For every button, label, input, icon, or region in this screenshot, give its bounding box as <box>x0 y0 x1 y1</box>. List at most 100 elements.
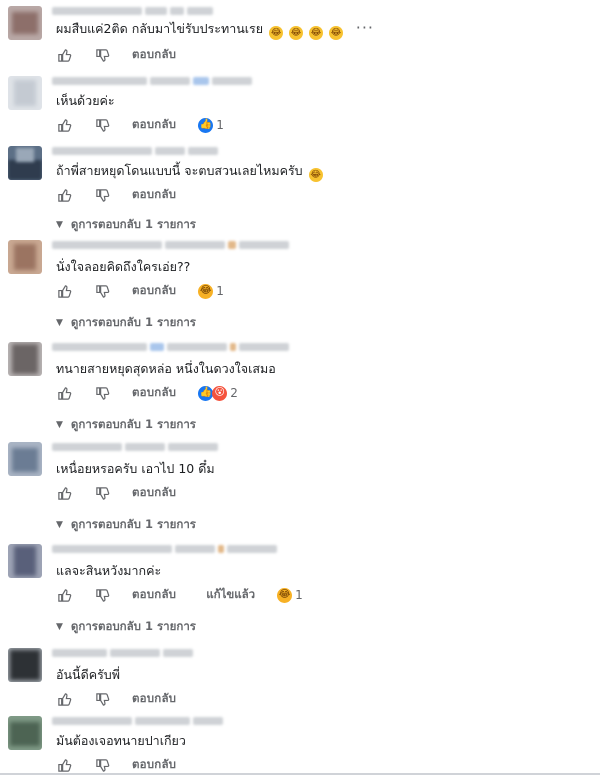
reply-button[interactable]: ตอบกลับ <box>132 756 176 774</box>
comment-actions: ตอบกลับ <box>56 690 176 708</box>
view-replies-link[interactable]: ▼ ดูการตอบกลับ 1 รายการ <box>56 618 196 636</box>
thumbs-up-icon[interactable] <box>56 485 72 501</box>
chevron-down-icon: ▼ <box>56 520 63 530</box>
comment-item: เห็นด้วยค่ะ ตอบกลับ 👍 1 <box>0 76 600 140</box>
view-replies-label: ดูการตอบกลับ 1 รายการ <box>70 315 196 329</box>
thumbs-up-icon[interactable] <box>56 283 72 299</box>
thumbs-up-icon[interactable] <box>56 691 72 707</box>
reaction-summary[interactable]: 👍 1 <box>198 117 224 133</box>
reaction-count: 2 <box>230 386 238 400</box>
reply-button[interactable]: ตอบกลับ <box>132 484 176 502</box>
thumbs-down-icon[interactable] <box>94 187 110 203</box>
view-replies-label: ดูการตอบกลับ 1 รายการ <box>70 417 196 431</box>
thumbs-up-icon[interactable] <box>56 385 72 401</box>
commenter-name-redacted[interactable] <box>52 544 277 554</box>
haha-icon: 😂 <box>269 26 284 40</box>
comment-item: เหนื่อยหรอครับ เอาไป 10 ดึ๋ม ตอบกลับ ▼ ด… <box>0 442 600 536</box>
reply-button[interactable]: ตอบกลับ <box>132 116 176 134</box>
chevron-down-icon: ▼ <box>56 220 63 230</box>
avatar[interactable] <box>8 442 42 476</box>
comment-text: ผมสืบแค่2ติด กลับมาไข่รับประทานเรย 😂 😂 😂… <box>56 21 344 40</box>
chevron-down-icon: ▼ <box>56 420 63 430</box>
comment-item: ถ้าพี่สายหยุดโดนแบบนี้ จะตบสวนเลยไหมครับ… <box>0 146 600 236</box>
avatar[interactable] <box>8 76 42 110</box>
comment-actions: ตอบกลับ 👍 1 <box>56 116 224 134</box>
reply-button[interactable]: ตอบกลับ <box>132 186 176 204</box>
thumbs-down-icon[interactable] <box>94 485 110 501</box>
comment-actions: ตอบกลับ 😂 1 <box>56 282 224 300</box>
view-replies-link[interactable]: ▼ ดูการตอบกลับ 1 รายการ <box>56 516 196 534</box>
comment-text: ทนายสายหยุดสุดหล่อ หนึ่งในดวงใจเสมอ <box>56 361 276 376</box>
more-options-icon[interactable]: ··· <box>356 18 374 37</box>
thumbs-up-icon[interactable] <box>56 117 72 133</box>
reaction-count: 1 <box>216 284 224 298</box>
comment-text: นั่งใจลอยคิดถึงใครเอ่ย?? <box>56 259 191 274</box>
avatar[interactable] <box>8 6 42 40</box>
commenter-name-redacted[interactable] <box>52 716 223 726</box>
thumbs-up-icon[interactable] <box>56 587 72 603</box>
reply-button[interactable]: ตอบกลับ <box>132 586 176 604</box>
comment-text: อันนี้ดีครับพี่ <box>56 667 120 682</box>
commenter-name-redacted[interactable] <box>52 342 289 352</box>
commenter-name-redacted[interactable] <box>52 76 252 86</box>
haha-icon: 😂 <box>198 283 214 299</box>
thumbs-down-icon[interactable] <box>94 757 110 773</box>
chevron-down-icon: ▼ <box>56 622 63 632</box>
commenter-name-redacted[interactable] <box>52 240 289 250</box>
view-replies-link[interactable]: ▼ ดูการตอบกลับ 1 รายการ <box>56 314 196 332</box>
thumbs-down-icon[interactable] <box>94 47 110 63</box>
comment-text: มันต้องเจอทนายปาเกียว <box>56 733 186 748</box>
comment-text: เหนื่อยหรอครับ เอาไป 10 ดึ๋ม <box>56 461 215 476</box>
reaction-count: 1 <box>216 118 224 132</box>
comment-item: นั่งใจลอยคิดถึงใครเอ่ย?? ตอบกลับ 😂 1 ▼ ด… <box>0 240 600 336</box>
chevron-down-icon: ▼ <box>56 318 63 328</box>
haha-icon: 😂 <box>277 587 293 603</box>
haha-icon: 😂 <box>329 26 344 40</box>
reaction-count: 1 <box>295 588 303 602</box>
thumbs-up-icon[interactable] <box>56 757 72 773</box>
reply-button[interactable]: ตอบกลับ <box>132 384 176 402</box>
thumbs-down-icon[interactable] <box>94 117 110 133</box>
comment-text: ถ้าพี่สายหยุดโดนแบบนี้ จะตบสวนเลยไหมครับ… <box>56 163 323 182</box>
thumbs-down-icon[interactable] <box>94 283 110 299</box>
commenter-name-redacted[interactable] <box>52 442 218 452</box>
reply-button[interactable]: ตอบกลับ <box>132 46 176 64</box>
comment-actions: ตอบกลับ <box>56 186 176 204</box>
commenter-name-redacted[interactable] <box>52 6 213 16</box>
avatar[interactable] <box>8 342 42 376</box>
comment-actions: ตอบกลับ <box>56 484 176 502</box>
view-replies-link[interactable]: ▼ ดูการตอบกลับ 1 รายการ <box>56 216 196 234</box>
avatar[interactable] <box>8 648 42 682</box>
reaction-summary[interactable]: 👍 😮 2 <box>198 385 238 401</box>
avatar[interactable] <box>8 716 42 750</box>
comment-item: อันนี้ดีครับพี่ ตอบกลับ <box>0 648 600 714</box>
thumbs-down-icon[interactable] <box>94 691 110 707</box>
commenter-name-redacted[interactable] <box>52 648 193 658</box>
comment-item: มันต้องเจอทนายปาเกียว ตอบกลับ <box>0 716 600 775</box>
avatar[interactable] <box>8 544 42 578</box>
reaction-summary[interactable]: 😂 1 <box>277 587 303 603</box>
thumbs-up-icon[interactable] <box>56 47 72 63</box>
commenter-name-redacted[interactable] <box>52 146 218 156</box>
comment-text: แลจะสินหวังมากค่ะ <box>56 563 162 578</box>
reaction-summary[interactable]: 😂 1 <box>198 283 224 299</box>
comment-feed: ··· ผมสืบแค่2ติด กลับมาไข่รับประทานเรย 😂… <box>0 0 600 775</box>
thumbs-down-icon[interactable] <box>94 587 110 603</box>
haha-icon: 😂 <box>289 26 304 40</box>
thumbs-down-icon[interactable] <box>94 385 110 401</box>
view-replies-label: ดูการตอบกลับ 1 รายการ <box>70 619 196 633</box>
comment-text: เห็นด้วยค่ะ <box>56 93 115 108</box>
avatar[interactable] <box>8 146 42 180</box>
comment-actions: ตอบกลับ 👍 😮 2 <box>56 384 238 402</box>
avatar[interactable] <box>8 240 42 274</box>
reply-button[interactable]: ตอบกลับ <box>132 282 176 300</box>
comment-item: ··· ผมสืบแค่2ติด กลับมาไข่รับประทานเรย 😂… <box>0 6 600 76</box>
view-replies-link[interactable]: ▼ ดูการตอบกลับ 1 รายการ <box>56 416 196 434</box>
thumbs-up-icon[interactable] <box>56 187 72 203</box>
haha-icon: 😂 <box>309 26 324 40</box>
haha-icon: 😂 <box>308 168 323 182</box>
comment-item: แลจะสินหวังมากค่ะ ตอบกลับ แก้ไขแล้ว 😂 1 … <box>0 544 600 638</box>
reply-button[interactable]: ตอบกลับ <box>132 690 176 708</box>
like-icon: 👍 <box>198 117 214 133</box>
wow-icon: 😮 <box>212 385 228 401</box>
